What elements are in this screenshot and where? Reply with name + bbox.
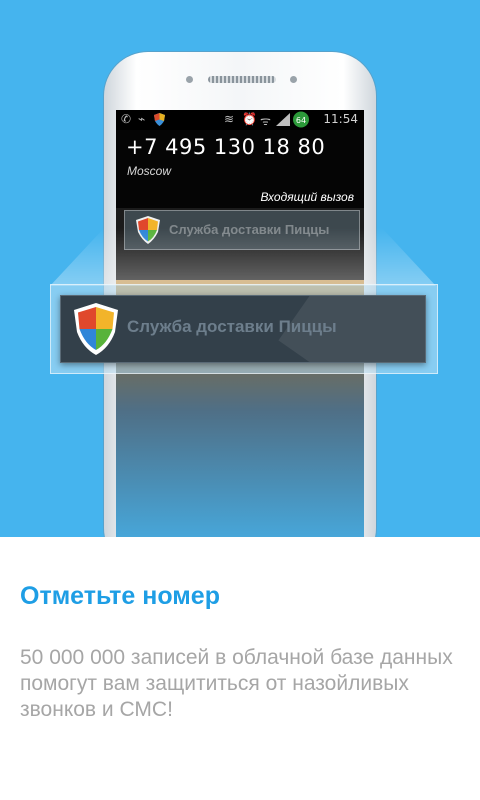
phone-icon: ✆ bbox=[121, 112, 132, 126]
status-time: 11:54 bbox=[323, 112, 358, 126]
battery-level: 64 bbox=[296, 116, 306, 125]
wifi-icon: ᯤ bbox=[260, 114, 271, 128]
battery-icon: 64 bbox=[292, 111, 310, 131]
signal-icon bbox=[276, 113, 290, 129]
caller-id-bar: Служба доставки Пиццы bbox=[60, 295, 426, 363]
vibrate-icon: ≋ bbox=[224, 112, 235, 126]
alarm-icon: ⏰ bbox=[242, 112, 257, 126]
caller-location: Moscow bbox=[127, 164, 172, 178]
phone-speaker bbox=[208, 76, 276, 83]
usb-icon: ⌁ bbox=[138, 112, 146, 126]
page-description: 50 000 000 записей в облачной базе данны… bbox=[20, 646, 453, 721]
caller-phone-number: +7 495 130 18 80 bbox=[126, 135, 326, 159]
hero-banner: ✆ ⌁ ≋ ⏰ ᯤ 64 11:54 +7 495 130 18 80 Mosc… bbox=[0, 0, 480, 537]
shield-logo-icon bbox=[74, 303, 118, 355]
incoming-call-header: +7 495 130 18 80 Moscow Входящий вызов bbox=[116, 130, 364, 208]
glass-tray-top bbox=[50, 228, 436, 286]
phone-camera bbox=[290, 76, 297, 83]
status-bar: ✆ ⌁ ≋ ⏰ ᯤ 64 11:54 bbox=[116, 110, 364, 130]
caller-name: Служба доставки Пиццы bbox=[127, 317, 337, 336]
call-state-label: Входящий вызов bbox=[260, 190, 354, 204]
shield-icon bbox=[154, 113, 165, 129]
phone-sensor bbox=[186, 76, 193, 83]
page-title: Отметьте номер bbox=[20, 582, 220, 610]
